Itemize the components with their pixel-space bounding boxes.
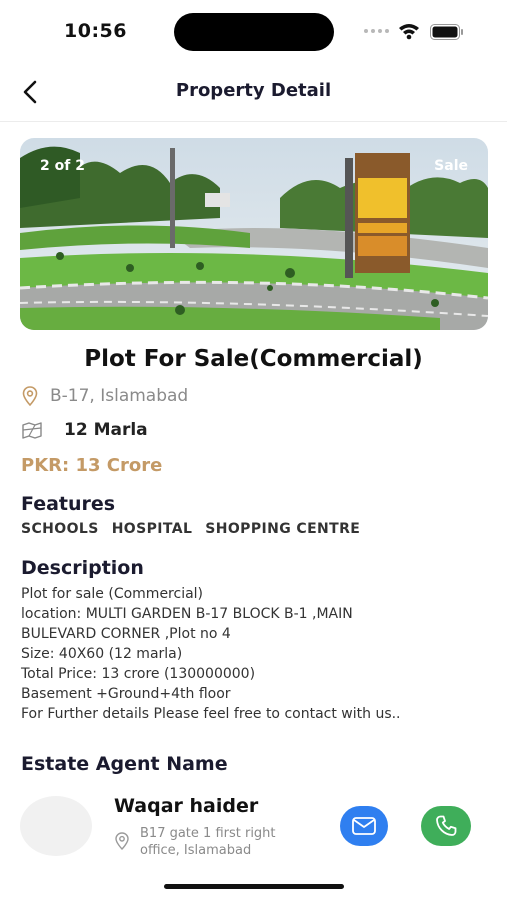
cellular-signal-icon <box>364 29 389 33</box>
navigation-header: Property Detail <box>0 62 507 122</box>
property-price: PKR: 13 Crore <box>21 455 163 476</box>
feature-item: SHOPPING CENTRE <box>205 521 361 537</box>
home-indicator[interactable] <box>164 884 344 889</box>
description-line: Total Price: 13 crore (130000000) <box>21 666 256 682</box>
agent-address-line: office, Islamabad <box>140 843 252 858</box>
description-line: Plot for sale (Commercial) <box>21 586 204 602</box>
features-heading: Features <box>21 493 116 515</box>
phone-icon <box>436 815 457 836</box>
description-line: For Further details Please feel free to … <box>21 706 401 722</box>
features-list: SCHOOLS HOSPITAL SHOPPING CENTRE <box>21 521 360 537</box>
description-line: Basement +Ground+4th floor <box>21 686 231 702</box>
battery-icon <box>430 24 463 40</box>
property-location: B-17, Islamabad <box>22 386 188 406</box>
agent-heading: Estate Agent Name <box>21 753 228 775</box>
listing-type-badge: Sale <box>434 158 468 174</box>
property-title: Plot For Sale(Commercial) <box>84 346 423 372</box>
description-line: BULEVARD CORNER ,Plot no 4 <box>21 626 231 642</box>
location-pin-icon <box>22 386 38 406</box>
status-time: 10:56 <box>64 20 127 42</box>
page-title: Property Detail <box>175 80 332 101</box>
dynamic-island <box>174 13 334 51</box>
agent-name: Waqar haider <box>114 795 259 817</box>
feature-item: SCHOOLS <box>21 521 99 537</box>
location-text: B-17, Islamabad <box>50 386 189 406</box>
property-photo <box>20 138 488 330</box>
description-line: Size: 40X60 (12 marla) <box>21 646 183 662</box>
area-map-icon <box>22 422 42 439</box>
property-image-carousel[interactable]: 2 of 2 Sale <box>20 138 488 330</box>
description-heading: Description <box>21 557 144 579</box>
status-bar: 10:56 <box>0 0 507 62</box>
image-counter: 2 of 2 <box>40 158 85 174</box>
agent-address: B17 gate 1 first right office, Islamabad <box>140 825 320 859</box>
wifi-icon <box>399 24 419 40</box>
description-text: Plot for sale (Commercial) location: MUL… <box>21 584 491 724</box>
size-text: 12 Marla <box>64 420 148 440</box>
location-pin-icon <box>115 832 129 850</box>
envelope-icon <box>352 817 376 835</box>
avatar <box>20 796 92 856</box>
call-agent-button[interactable] <box>421 806 471 846</box>
feature-item: HOSPITAL <box>111 521 193 537</box>
description-line: location: MULTI GARDEN B-17 BLOCK B-1 ,M… <box>21 606 353 622</box>
property-size: 12 Marla <box>22 420 148 440</box>
email-agent-button[interactable] <box>340 806 388 846</box>
agent-address-line: B17 gate 1 first right <box>140 826 276 841</box>
